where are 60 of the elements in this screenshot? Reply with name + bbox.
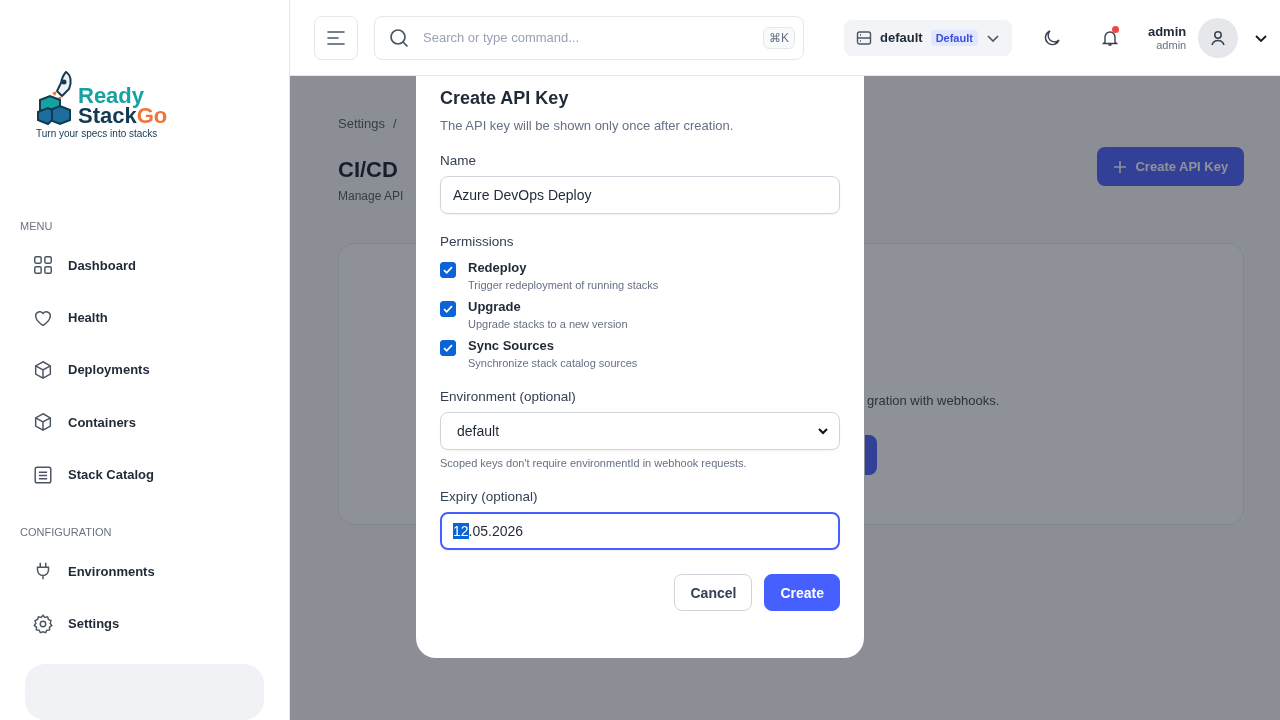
permission-description: Upgrade stacks to a new version (468, 318, 628, 330)
grid-icon (32, 254, 54, 277)
permission-label: Redeploy (468, 260, 528, 275)
section-heading: CONFIGURATION (20, 526, 112, 538)
search-icon (389, 27, 409, 48)
checkbox[interactable] (440, 340, 456, 356)
create-button[interactable]: Create (764, 574, 840, 611)
date-field[interactable]: 12.05.2026 (440, 512, 840, 550)
cancel-button[interactable]: Cancel (674, 574, 753, 611)
field-label: Environment (optional) (440, 389, 576, 404)
search-field[interactable]: Search or type command... ⌘K (374, 15, 804, 60)
field-label: Expiry (optional) (440, 489, 538, 504)
logo-tagline: Turn your specs into stacks (36, 128, 158, 139)
sidebar-item[interactable]: Stack Catalog (68, 467, 154, 483)
page-subtitle: Manage API (338, 189, 404, 203)
dialog-title: Create API Key (440, 88, 570, 109)
chevron-down-icon (817, 425, 829, 437)
permission-description: Synchronize stack catalog sources (468, 357, 638, 369)
environment-select[interactable]: default (440, 412, 840, 450)
cube-icon (32, 358, 54, 381)
section-heading: MENU (20, 219, 53, 232)
field-label: Permissions (440, 234, 514, 249)
default-tag: Default (930, 29, 978, 46)
permission-description: Trigger redeployment of running stacks (468, 279, 659, 291)
user-icon (1209, 28, 1228, 47)
breadcrumb-item: Settings (338, 116, 385, 131)
settings-icon (32, 612, 54, 635)
cube-icon (32, 411, 54, 434)
server-icon (856, 29, 872, 46)
primary-button[interactable] (865, 435, 877, 475)
dialog-subtitle: The API key will be shown only once after creation. (440, 118, 735, 133)
environment-name: default (880, 30, 923, 45)
bell-icon (1100, 28, 1119, 47)
list-icon (32, 463, 54, 486)
plus-icon (1113, 159, 1128, 174)
sidebar-item[interactable]: Containers (68, 414, 136, 430)
field-label: Name (440, 153, 476, 168)
sidebar-item[interactable]: Dashboard (68, 257, 136, 273)
menu-button[interactable] (314, 15, 358, 60)
sidebar-item[interactable]: Settings (68, 616, 120, 632)
shortcut-hint: ⌘K (763, 26, 795, 49)
moon-icon (1042, 28, 1061, 47)
page-title: CI/CD (338, 157, 399, 183)
permission-label: Sync Sources (468, 338, 555, 353)
user-role: admin (1156, 39, 1187, 51)
permission-label: Upgrade (468, 299, 522, 314)
sidebar-item[interactable]: Health (68, 310, 108, 326)
breadcrumb-item: / (393, 116, 397, 131)
menu-icon (327, 30, 345, 45)
checkbox[interactable] (440, 301, 456, 317)
name-field[interactable]: Azure DevOps Deploy (440, 176, 840, 214)
user-name: admin (1147, 24, 1187, 39)
sidebar-item[interactable]: Environments (68, 563, 155, 579)
empty-state-text: gration with webhooks. (867, 393, 1000, 408)
logo-wordmark: Ready StackGo (78, 86, 168, 126)
search-input[interactable]: Search or type command... (421, 29, 751, 46)
environment-selector[interactable]: default Default (844, 19, 1012, 56)
field-hint: Scoped keys don't require environmentId in webhook requests. (440, 457, 748, 469)
checkbox[interactable] (440, 262, 456, 278)
sidebar-item[interactable]: Deployments (68, 362, 150, 378)
